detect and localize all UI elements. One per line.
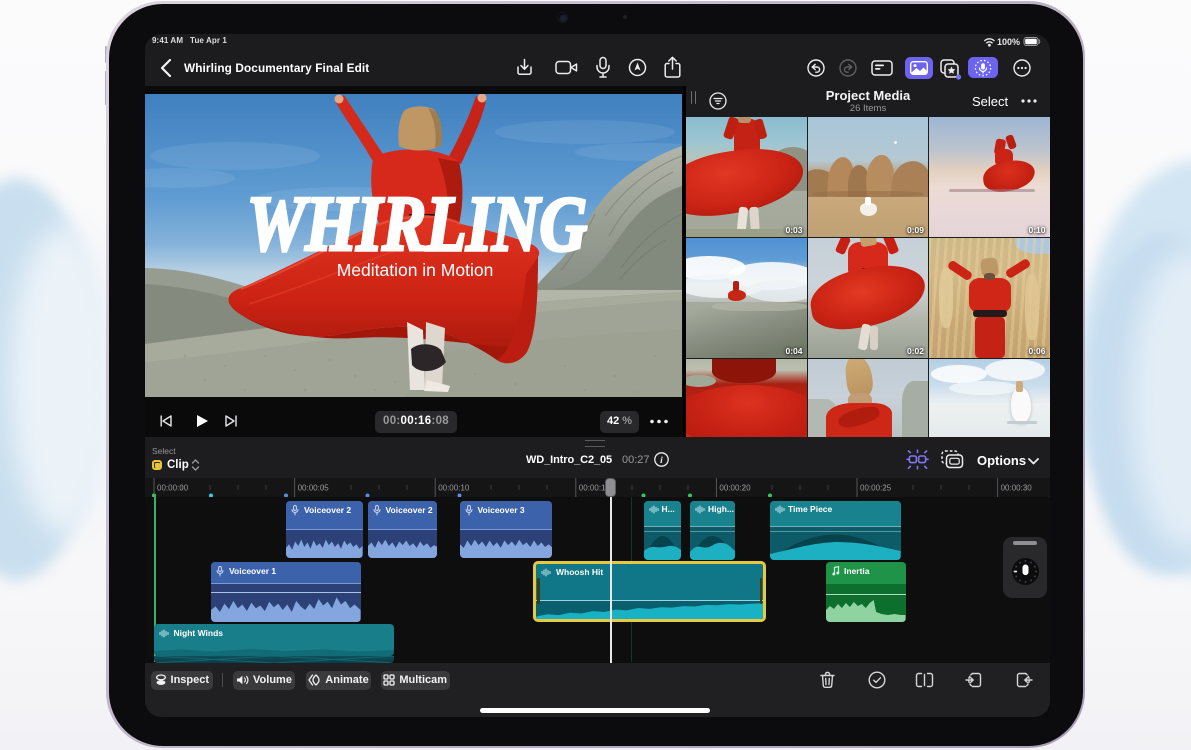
svg-text:00:00:20: 00:00:20: [719, 484, 751, 493]
svg-text:i: i: [660, 456, 663, 466]
svg-text:00:00:05: 00:00:05: [298, 484, 330, 493]
svg-text:100%: 100%: [997, 37, 1020, 47]
svg-text:WHIRLING: WHIRLING: [247, 180, 587, 267]
svg-text:00:00:10: 00:00:10: [438, 484, 470, 493]
svg-text:00:00:30: 00:00:30: [1001, 484, 1033, 493]
svg-text:00:00:00: 00:00:00: [157, 484, 189, 493]
svg-text:00:00:25: 00:00:25: [860, 484, 892, 493]
svg-text:Meditation in Motion: Meditation in Motion: [337, 260, 494, 280]
